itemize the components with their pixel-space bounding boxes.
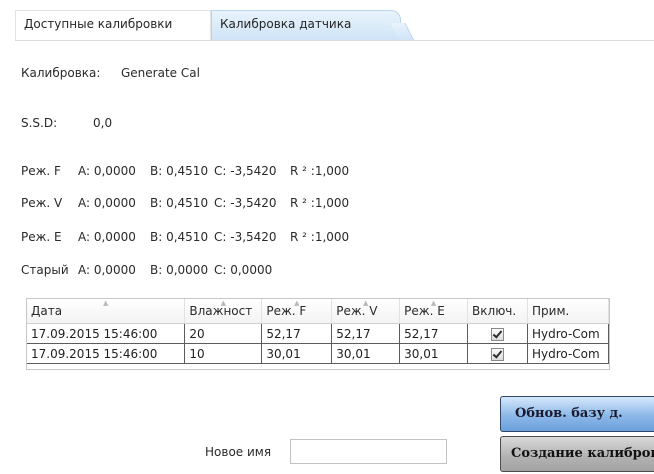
coef-r2: R ² :1,000 (290, 196, 350, 210)
table-row[interactable]: 17.09.2015 15:46:00 20 52,17 52,17 52,17… (27, 323, 609, 344)
coef-a: A: 0,0000 (78, 263, 136, 277)
new-name-input[interactable] (290, 439, 447, 464)
cell-mode-v: 30,01 (331, 343, 401, 364)
enabled-checkbox[interactable] (491, 327, 505, 341)
coef-a: A: 0,0000 (78, 164, 136, 178)
cell-mode-e: 52,17 (399, 323, 469, 344)
table-header-row: ▲ Дата ▲ Влажност ▲ Реж. F ▲ Реж. V ▲ Реж. E … (27, 299, 609, 324)
ssd-label: S.S.D: (21, 116, 58, 130)
cell-enabled (467, 323, 528, 344)
new-name-label: Новое имя (205, 445, 272, 459)
sort-arrow-icon: ▲ (430, 299, 437, 307)
calibration-label: Калибровка: (21, 66, 101, 80)
column-header-mode-v[interactable]: ▲ Реж. V (331, 299, 401, 324)
cell-mode-f: 30,01 (261, 343, 333, 364)
coef-c: C: 0,0000 (214, 263, 273, 277)
cell-mode-e: 30,01 (399, 343, 469, 364)
coef-c: C: -3,5420 (214, 230, 277, 244)
cell-note: Hydro-Com (527, 343, 609, 364)
cell-date: 17.09.2015 15:46:00 (27, 323, 186, 344)
tab-sensor-calibration[interactable]: Калибровка датчика (211, 10, 401, 40)
create-calibration-button[interactable]: Создание калибров (500, 436, 654, 472)
coef-b: B: 0,4510 (150, 196, 209, 210)
coef-b: B: 0,0000 (150, 263, 209, 277)
cell-moisture: 20 (184, 323, 263, 344)
coef-r2: R ² :1,000 (290, 164, 350, 178)
mode-name: Реж. F (21, 164, 61, 178)
cell-date: 17.09.2015 15:46:00 (27, 343, 186, 364)
mode-name: Реж. V (21, 196, 63, 210)
tab-strip: Доступные калибровки Калибровка датчика (0, 0, 654, 40)
sort-arrow-icon: ▲ (362, 299, 369, 307)
column-header-date[interactable]: ▲ Дата (27, 299, 186, 324)
panel-divider (15, 40, 654, 41)
coef-r2: R ² :1,000 (290, 230, 350, 244)
coef-b: B: 0,4510 (150, 230, 209, 244)
ssd-value: 0,0 (93, 116, 113, 130)
enabled-checkbox[interactable] (491, 347, 505, 361)
coef-a: A: 0,0000 (78, 196, 136, 210)
calibration-table[interactable]: ▲ Дата ▲ Влажност ▲ Реж. F ▲ Реж. V ▲ Реж. E … (26, 298, 610, 370)
mode-name: Старый (21, 263, 69, 277)
cell-enabled (467, 343, 528, 364)
coef-c: C: -3,5420 (214, 164, 277, 178)
cell-mode-f: 52,17 (261, 323, 333, 344)
column-header-mode-f[interactable]: ▲ Реж. F (261, 299, 333, 324)
cell-note: Hydro-Com (527, 323, 609, 344)
cell-mode-v: 52,17 (331, 323, 401, 344)
table-row[interactable]: 17.09.2015 15:46:00 10 30,01 30,01 30,01… (27, 343, 609, 364)
column-header-moisture[interactable]: ▲ Влажност (184, 299, 263, 324)
cell-moisture: 10 (184, 343, 263, 364)
coef-c: C: -3,5420 (214, 196, 277, 210)
coef-b: B: 0,4510 (150, 164, 209, 178)
calibration-name: Generate Cal (121, 66, 200, 80)
mode-name: Реж. E (21, 230, 62, 244)
column-header-mode-e[interactable]: ▲ Реж. E (399, 299, 469, 324)
sort-arrow-icon: ▲ (294, 299, 300, 307)
column-header-note[interactable]: Прим. (527, 299, 609, 324)
column-header-enabled[interactable]: Включ. (467, 299, 528, 324)
sort-arrow-icon: ▲ (102, 299, 109, 307)
sort-arrow-icon: ▲ (220, 299, 227, 307)
coef-a: A: 0,0000 (78, 230, 136, 244)
update-database-button[interactable]: Обнов. базу д. (500, 396, 654, 432)
tab-available-calibrations[interactable]: Доступные калибровки (15, 10, 211, 40)
